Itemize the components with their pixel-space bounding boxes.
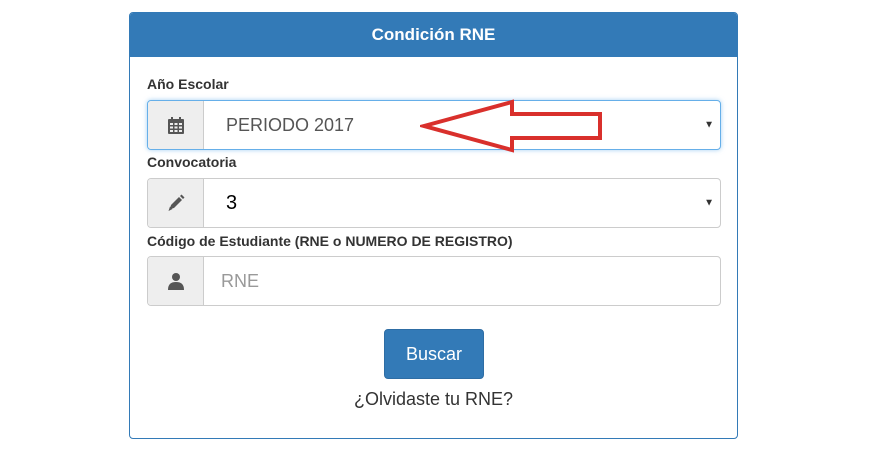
forgot-rne-link[interactable]: ¿Olvidaste tu RNE?: [130, 389, 737, 410]
rne-panel: Condición RNE Año Escolar PERIODO 2017 ▼…: [129, 12, 738, 439]
call-select[interactable]: 3 ▼: [147, 178, 721, 228]
student-code-label: Código de Estudiante (RNE o NUMERO DE RE…: [147, 233, 513, 249]
chevron-down-icon: ▼: [704, 197, 714, 209]
call-selected-text: 3: [226, 191, 238, 214]
student-code-placeholder: RNE: [221, 270, 260, 291]
call-label: Convocatoria: [147, 154, 237, 170]
calendar-icon: [148, 101, 204, 149]
chevron-down-icon: ▼: [704, 119, 714, 131]
call-select-value[interactable]: 3 ▼: [204, 179, 720, 227]
pencil-icon: [148, 179, 204, 227]
student-code-group: RNE: [147, 256, 721, 306]
user-icon: [148, 257, 204, 305]
search-button[interactable]: Buscar: [384, 329, 484, 379]
annotation-arrow-icon: [420, 99, 602, 153]
year-label: Año Escolar: [147, 76, 229, 92]
year-selected-text: PERIODO 2017: [226, 114, 355, 135]
student-code-input[interactable]: RNE: [204, 257, 720, 305]
panel-title: Condición RNE: [130, 13, 737, 57]
